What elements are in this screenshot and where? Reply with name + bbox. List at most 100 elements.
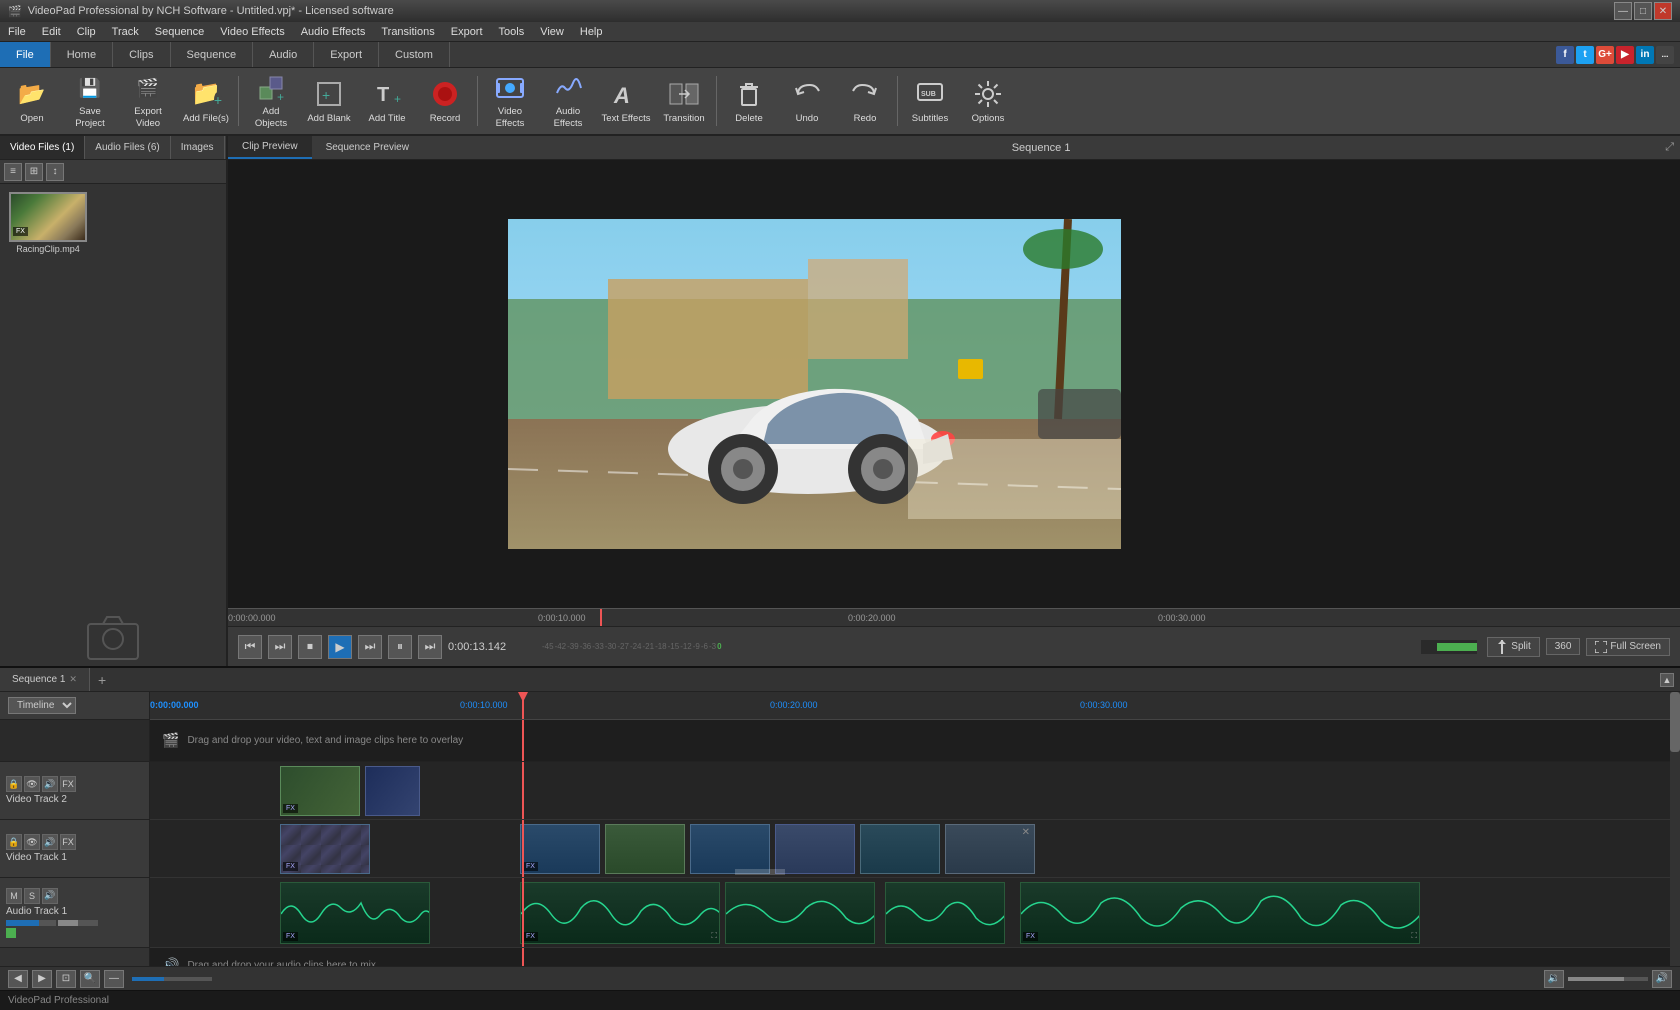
zoom-slider[interactable] bbox=[132, 977, 212, 981]
tab-home[interactable]: Home bbox=[51, 42, 113, 67]
text-effects-button[interactable]: A Text Effects bbox=[598, 70, 654, 132]
audio-clip-2[interactable]: FX ⛶ bbox=[520, 882, 720, 944]
undo-button[interactable]: Undo bbox=[779, 70, 835, 132]
track-2-eye[interactable]: 👁 bbox=[24, 776, 40, 792]
stop-button[interactable]: ⏹ bbox=[298, 635, 322, 659]
tab-custom[interactable]: Custom bbox=[379, 42, 450, 67]
options-button[interactable]: Options bbox=[960, 70, 1016, 132]
transition-button[interactable]: Transition bbox=[656, 70, 712, 132]
zoom-out-button[interactable]: — bbox=[104, 970, 124, 988]
tab-audio[interactable]: Audio bbox=[253, 42, 314, 67]
track-1-fx[interactable]: FX bbox=[60, 834, 76, 850]
audio-mute-button[interactable]: M bbox=[6, 888, 22, 904]
sequence-preview-tab[interactable]: Sequence Preview bbox=[312, 136, 423, 159]
volume-down-button[interactable]: 🔉 bbox=[1544, 970, 1564, 988]
audio-pan-slider[interactable] bbox=[58, 920, 98, 926]
audio-solo-button[interactable]: S bbox=[24, 888, 40, 904]
clip-item-racing[interactable]: FX RacingClip.mp4 bbox=[8, 192, 88, 254]
fit-timeline-button[interactable]: ⊡ bbox=[56, 970, 76, 988]
tab-file[interactable]: File bbox=[0, 42, 51, 67]
scroll-right-button[interactable]: ▶ bbox=[32, 970, 52, 988]
menu-clip[interactable]: Clip bbox=[69, 22, 104, 42]
close-button[interactable]: ✕ bbox=[1654, 2, 1672, 20]
menu-edit[interactable]: Edit bbox=[34, 22, 69, 42]
tab-sequence[interactable]: Sequence bbox=[171, 42, 254, 67]
zoom-in-button[interactable]: 🔍 bbox=[80, 970, 100, 988]
sort-button[interactable]: ↕ bbox=[46, 163, 64, 181]
linkedin-icon[interactable]: in bbox=[1636, 46, 1654, 64]
overlay-video-track[interactable]: 🎬 Drag and drop your video, text and ima… bbox=[150, 720, 1680, 762]
sequence-1-tab[interactable]: Sequence 1 ✕ bbox=[0, 668, 90, 691]
google-icon[interactable]: G+ bbox=[1596, 46, 1614, 64]
v1-clip-3[interactable] bbox=[605, 824, 685, 874]
tab-video-files[interactable]: Video Files (1) bbox=[0, 136, 85, 159]
track-2-vol[interactable]: 🔊 bbox=[42, 776, 58, 792]
menu-file[interactable]: File bbox=[0, 22, 34, 42]
tab-clips[interactable]: Clips bbox=[113, 42, 170, 67]
track-2-fx[interactable]: FX bbox=[60, 776, 76, 792]
add-title-button[interactable]: T+ Add Title bbox=[359, 70, 415, 132]
master-volume-slider[interactable] bbox=[1568, 977, 1648, 981]
tab-export[interactable]: Export bbox=[314, 42, 379, 67]
track-1-vol[interactable]: 🔊 bbox=[42, 834, 58, 850]
scroll-left-button[interactable]: ◀ bbox=[8, 970, 28, 988]
video-effects-button[interactable]: Video Effects bbox=[482, 70, 538, 132]
menu-video-effects[interactable]: Video Effects bbox=[212, 22, 292, 42]
play-button[interactable]: ▶ bbox=[328, 635, 352, 659]
timeline-view-select[interactable]: Timeline bbox=[8, 697, 76, 714]
audio-vol-icon[interactable]: 🔊 bbox=[42, 888, 58, 904]
menu-export[interactable]: Export bbox=[443, 22, 491, 42]
redo-button[interactable]: Redo bbox=[837, 70, 893, 132]
clip-preview-tab[interactable]: Clip Preview bbox=[228, 136, 312, 159]
next-frame-button[interactable]: ⏭ bbox=[358, 635, 382, 659]
add-sequence-button[interactable]: + bbox=[90, 668, 114, 691]
fullscreen-button[interactable]: Full Screen bbox=[1586, 638, 1670, 656]
audio-volume-slider[interactable] bbox=[6, 920, 56, 926]
scroll-up-button[interactable]: ▲ bbox=[1660, 673, 1674, 687]
pause-button[interactable]: ⏸ bbox=[388, 635, 412, 659]
audio-clip-4[interactable] bbox=[885, 882, 1005, 944]
list-view-button[interactable]: ≡ bbox=[4, 163, 22, 181]
tab-images[interactable]: Images bbox=[171, 136, 225, 159]
more-icon[interactable]: ... bbox=[1656, 46, 1674, 64]
facebook-icon[interactable]: f bbox=[1556, 46, 1574, 64]
sequence-tab-close[interactable]: ✕ bbox=[69, 674, 77, 685]
record-button[interactable]: Record bbox=[417, 70, 473, 132]
v2-clip-1[interactable]: FX bbox=[280, 766, 360, 816]
menu-help[interactable]: Help bbox=[572, 22, 611, 42]
add-blank-button[interactable]: + Add Blank bbox=[301, 70, 357, 132]
audio-overlay-track[interactable]: 🔊 Drag and drop your audio clips here to… bbox=[150, 948, 1680, 966]
go-to-start-button[interactable]: ⏮ bbox=[238, 635, 262, 659]
v2-clip-2[interactable] bbox=[365, 766, 420, 816]
audio-clip-1[interactable]: FX bbox=[280, 882, 430, 944]
timeline-tracks-area[interactable]: 0:00:00.000 0:00:10.000 0:00:20.000 0:00… bbox=[150, 692, 1680, 966]
view-360-button[interactable]: 360 bbox=[1546, 638, 1581, 655]
maximize-button[interactable]: □ bbox=[1634, 2, 1652, 20]
timeline-scrollbar-thumb[interactable] bbox=[1670, 692, 1680, 752]
save-project-button[interactable]: 💾 Save Project bbox=[62, 70, 118, 132]
twitter-icon[interactable]: t bbox=[1576, 46, 1594, 64]
v1-clip-2[interactable]: FX bbox=[520, 824, 600, 874]
add-objects-button[interactable]: + Add Objects bbox=[243, 70, 299, 132]
prev-frame-button[interactable]: ⏭ bbox=[268, 635, 292, 659]
go-to-end-button[interactable]: ⏭ bbox=[418, 635, 442, 659]
minimize-button[interactable]: — bbox=[1614, 2, 1632, 20]
export-video-button[interactable]: 🎬 Export Video bbox=[120, 70, 176, 132]
track-1-lock[interactable]: 🔒 bbox=[6, 834, 22, 850]
v1-clip-5[interactable] bbox=[775, 824, 855, 874]
v1-clip-6[interactable] bbox=[860, 824, 940, 874]
track-2-lock[interactable]: 🔒 bbox=[6, 776, 22, 792]
track-1-eye[interactable]: 👁 bbox=[24, 834, 40, 850]
audio-clip-5[interactable]: FX ⛶ bbox=[1020, 882, 1420, 944]
menu-audio-effects[interactable]: Audio Effects bbox=[293, 22, 374, 42]
menu-view[interactable]: View bbox=[532, 22, 572, 42]
youtube-icon[interactable]: ▶ bbox=[1616, 46, 1634, 64]
menu-tools[interactable]: Tools bbox=[491, 22, 533, 42]
split-button[interactable]: Split bbox=[1487, 637, 1539, 657]
grid-view-button[interactable]: ⊞ bbox=[25, 163, 43, 181]
v1-clip-4[interactable] bbox=[690, 824, 770, 874]
v1-clip-1[interactable]: FX bbox=[280, 824, 370, 874]
delete-button[interactable]: Delete bbox=[721, 70, 777, 132]
add-files-button[interactable]: 📁+ Add File(s) bbox=[178, 70, 234, 132]
preview-timeline-ruler[interactable]: 0:00:00.000 0:00:10.000 0:00:20.000 0:00… bbox=[228, 608, 1680, 626]
